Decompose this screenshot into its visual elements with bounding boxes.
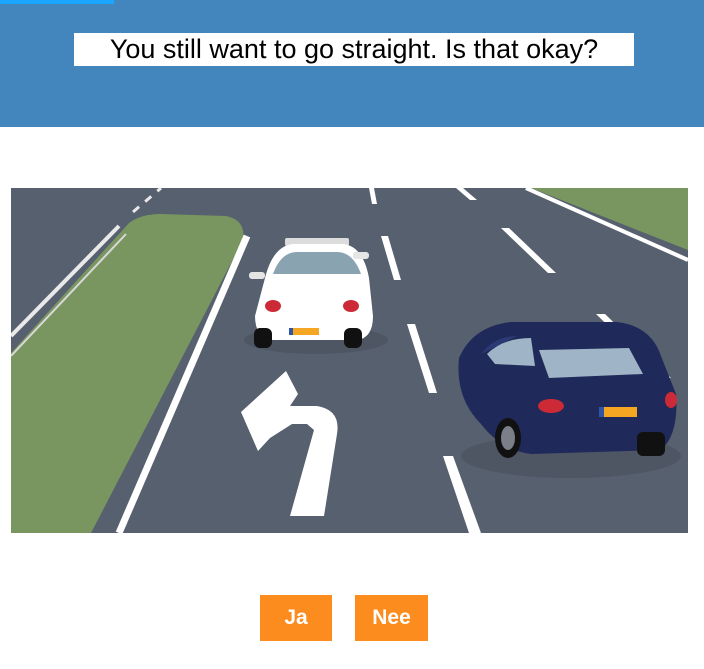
- question-text: You still want to go straight. Is that o…: [74, 33, 634, 66]
- question-header: You still want to go straight. Is that o…: [0, 0, 704, 127]
- yes-button[interactable]: Ja: [260, 595, 332, 641]
- no-button[interactable]: Nee: [355, 595, 428, 641]
- dark-blue-car: [458, 322, 681, 478]
- progress-bar: [0, 0, 114, 4]
- traffic-scene-image: [11, 188, 688, 533]
